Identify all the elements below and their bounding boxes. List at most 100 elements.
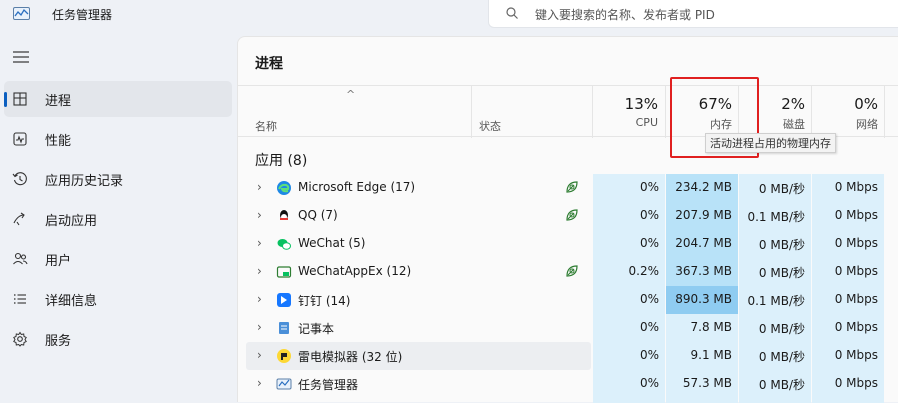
details-icon (14, 294, 26, 304)
column-separator[interactable] (471, 86, 472, 138)
process-row[interactable]: › 雷电模拟器 (32 位) 0% 9.1 MB 0 MB/秒 0 Mbps (238, 342, 898, 370)
network-value: 0 Mbps (834, 376, 878, 390)
sidebar-item-label: 详细信息 (45, 294, 98, 309)
services-icon (13, 331, 27, 347)
title-bar: 任务管理器 键入要搜索的名称、发布者或 PID (0, 0, 898, 32)
task-manager-app-icon (13, 7, 30, 20)
cpu-column-label: CPU (635, 116, 658, 129)
network-value: 0 Mbps (834, 208, 878, 222)
sidebar-item-services[interactable]: 服务 (4, 321, 232, 357)
sidebar-item-label: 用户 (45, 254, 72, 269)
performance-icon (13, 132, 27, 146)
app-title: 任务管理器 (52, 8, 113, 22)
expand-chevron-icon[interactable]: › (257, 264, 262, 278)
column-separator[interactable] (665, 86, 666, 138)
column-header-row: ^ 名称 状态 13% CPU 67% 内存 2% 磁盘 0% 网络 (238, 85, 898, 138)
sidebar-item-label: 进程 (45, 94, 72, 109)
disk-value: 0.1 MB/秒 (747, 210, 805, 224)
search-icon (506, 7, 518, 19)
process-row[interactable]: › Microsoft Edge (17) 0% 234.2 MB 0 MB/秒 0 Mb… (238, 174, 898, 202)
process-name: Microsoft Edge (17) (298, 180, 416, 194)
efficiency-mode-leaf-icon (566, 181, 578, 193)
disk-value: 0 MB/秒 (758, 266, 805, 280)
startup-icon (13, 212, 25, 226)
expand-chevron-icon[interactable]: › (257, 180, 262, 194)
cpu-value: 0% (639, 348, 659, 362)
network-value: 0 Mbps (834, 236, 878, 250)
processes-panel: 进程 ^ 名称 状态 13% CPU 67% 内存 2% 磁盘 0% 网络 应用… (237, 36, 898, 403)
disk-value: 0.1 MB/秒 (747, 294, 805, 308)
expand-chevron-icon[interactable]: › (257, 292, 262, 306)
cpu-value: 0% (639, 208, 659, 222)
memory-value: 207.9 MB (675, 208, 732, 222)
wechat-icon (277, 239, 291, 250)
hamburger-menu-icon[interactable] (12, 50, 30, 64)
sidebar-item-users[interactable]: 用户 (4, 241, 232, 277)
process-name: QQ (7) (298, 208, 338, 222)
process-row[interactable]: › QQ (7) 0% 207.9 MB 0.1 MB/秒 0 Mbps (238, 202, 898, 230)
cpu-value: 0% (639, 320, 659, 334)
memory-value: 204.7 MB (675, 236, 732, 250)
process-row[interactable]: › 钉钉 (14) 0% 890.3 MB 0.1 MB/秒 0 Mbps (238, 286, 898, 314)
network-value: 0 Mbps (834, 292, 878, 306)
search-placeholder[interactable]: 键入要搜索的名称、发布者或 PID (535, 6, 715, 23)
memory-value: 234.2 MB (675, 180, 732, 194)
process-row[interactable]: › WeChat (5) 0% 204.7 MB 0 MB/秒 0 Mbps (238, 230, 898, 258)
cpu-value: 0% (639, 180, 659, 194)
sidebar-item-performance[interactable]: 性能 (4, 121, 232, 157)
sidebar-item-processes[interactable]: 进程 (4, 81, 232, 117)
network-value: 0 Mbps (834, 264, 878, 278)
process-name: 任务管理器 (298, 378, 359, 392)
page-title: 进程 (255, 56, 283, 72)
sidebar-item-details[interactable]: 详细信息 (4, 281, 232, 317)
disk-value: 0 MB/秒 (758, 238, 805, 252)
disk-value: 0 MB/秒 (758, 322, 805, 336)
column-separator[interactable] (811, 86, 812, 138)
process-name: 钉钉 (14) (298, 294, 351, 308)
users-icon (13, 252, 28, 265)
expand-chevron-icon[interactable]: › (257, 236, 262, 250)
column-separator[interactable] (592, 86, 593, 138)
column-separator[interactable] (884, 86, 885, 138)
wechatappex-icon (276, 266, 292, 278)
group-label-apps[interactable]: 应用 (8) (255, 150, 307, 170)
expand-chevron-icon[interactable]: › (257, 376, 262, 390)
process-row[interactable]: › 记事本 0% 7.8 MB 0 MB/秒 0 Mbps (238, 314, 898, 342)
edge-icon (277, 181, 291, 195)
disk-value: 0 MB/秒 (758, 378, 805, 392)
network-value: 0 Mbps (834, 348, 878, 362)
ldplayer-icon (277, 349, 291, 363)
expand-chevron-icon[interactable]: › (257, 348, 262, 362)
process-row[interactable]: › 任务管理器 0% 57.3 MB 0 MB/秒 0 Mbps (238, 370, 898, 398)
network-value: 0 Mbps (834, 320, 878, 334)
sidebar-item-label: 服务 (45, 334, 72, 349)
sidebar-item-app-history[interactable]: 应用历史记录 (4, 161, 232, 197)
qq-icon (280, 210, 288, 220)
process-name: 雷电模拟器 (32 位) (298, 350, 403, 364)
disk-value: 0 MB/秒 (758, 350, 805, 364)
column-header-status[interactable]: 状态 (479, 118, 501, 134)
memory-value: 9.1 MB (690, 348, 732, 362)
network-total-percent: 0% (854, 95, 878, 113)
memory-value: 57.3 MB (682, 376, 732, 390)
sidebar-item-label: 性能 (45, 134, 72, 149)
dingtalk-icon (277, 293, 291, 307)
process-name: 记事本 (298, 322, 335, 336)
cpu-value: 0% (639, 292, 659, 306)
column-header-name[interactable]: 名称 (255, 118, 277, 134)
expand-chevron-icon[interactable]: › (257, 320, 262, 334)
notepad-icon (279, 322, 289, 334)
process-row[interactable]: › WeChatAppEx (12) 0.2% 367.3 MB 0 MB/秒 0 Mbp… (238, 258, 898, 286)
active-indicator (4, 92, 7, 107)
processes-icon (13, 92, 27, 106)
cpu-total-percent: 13% (624, 95, 658, 113)
network-value: 0 Mbps (834, 180, 878, 194)
memory-value: 7.8 MB (690, 320, 732, 334)
process-name: WeChat (5) (298, 236, 366, 250)
sidebar-item-label: 应用历史记录 (45, 174, 124, 189)
expand-chevron-icon[interactable]: › (257, 208, 262, 222)
sidebar-item-startup-apps[interactable]: 启动应用 (4, 201, 232, 237)
memory-tooltip: 活动进程占用的物理内存 (705, 133, 836, 153)
process-name: WeChatAppEx (12) (298, 264, 412, 278)
search-box[interactable]: 键入要搜索的名称、发布者或 PID (488, 0, 898, 28)
